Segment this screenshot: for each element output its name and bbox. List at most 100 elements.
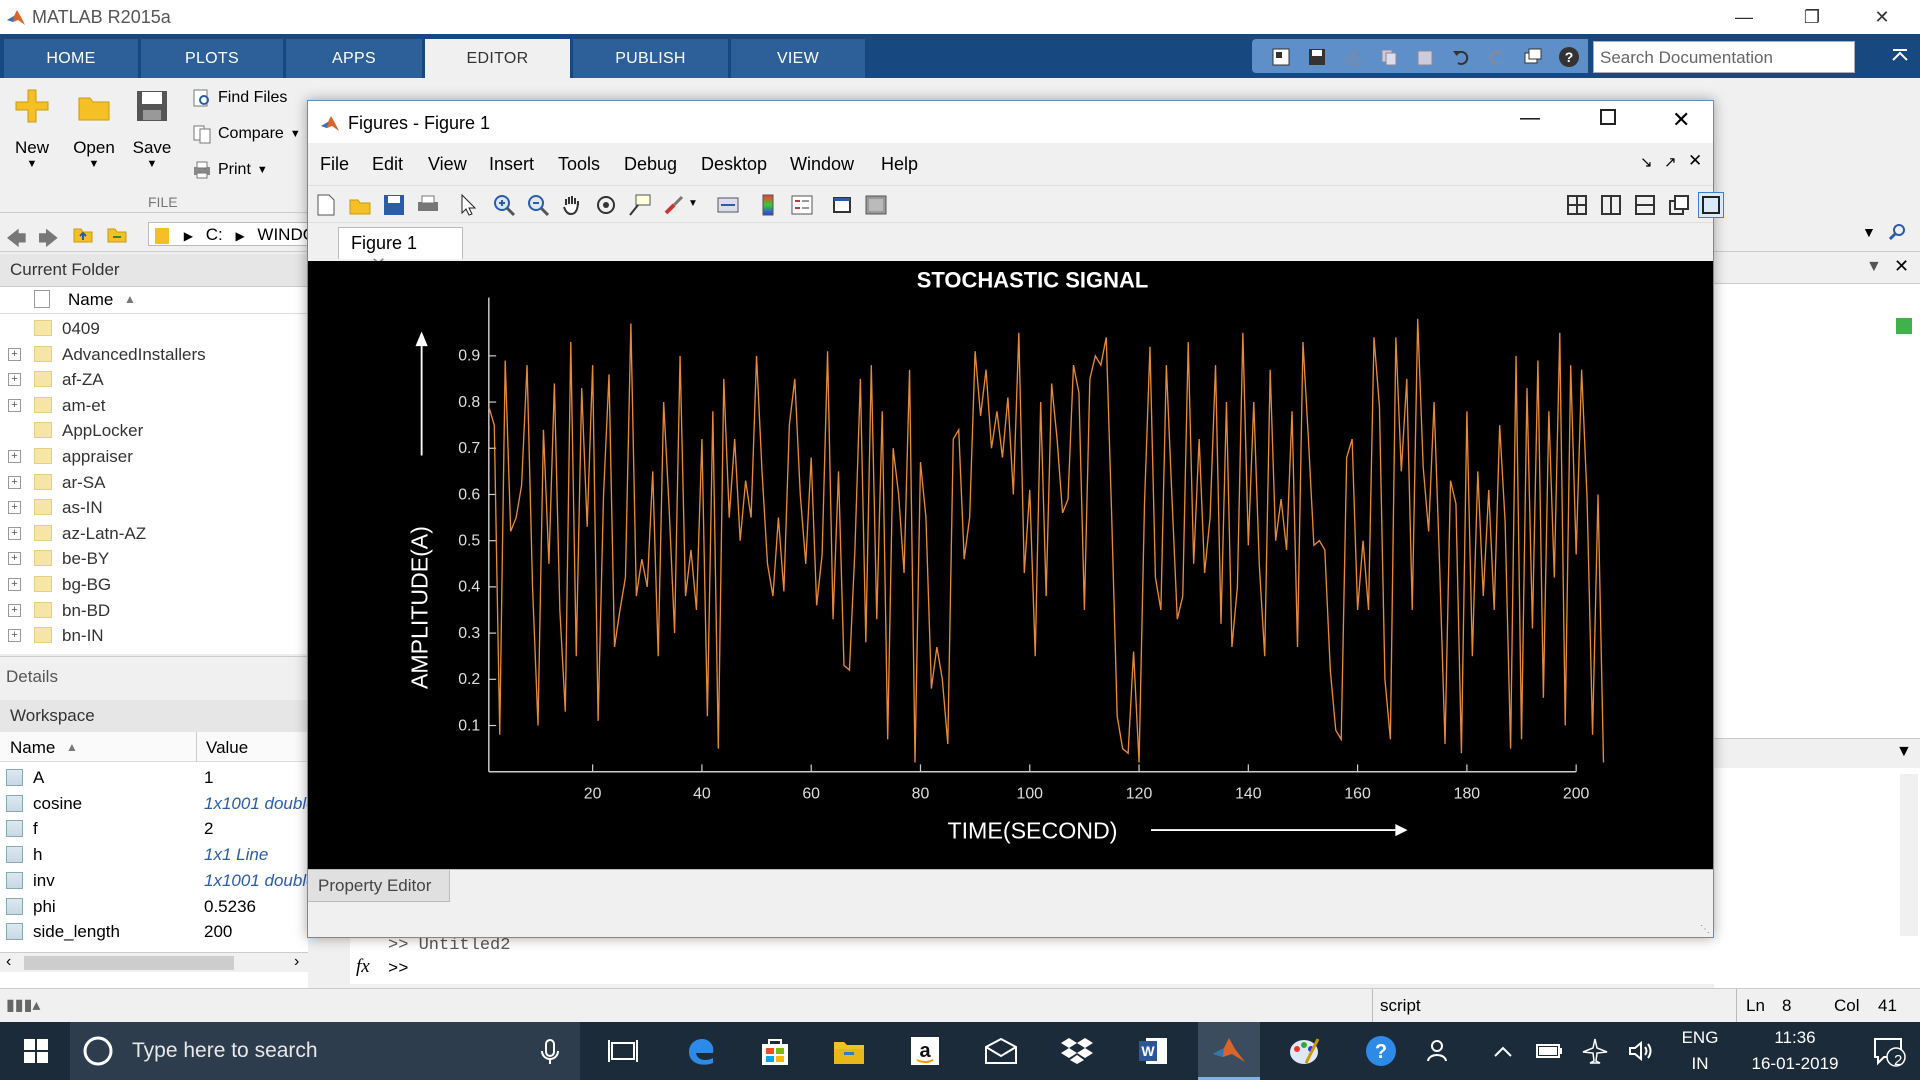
tab-view[interactable]: VIEW <box>731 39 865 78</box>
folder-row[interactable]: + AdvancedInstallers <box>0 342 308 367</box>
start-windows-icon[interactable] <box>4 1022 68 1080</box>
fig-close-button[interactable]: ✕ <box>1672 107 1690 133</box>
menu-edit[interactable]: Edit <box>372 154 403 175</box>
folder-row[interactable]: + bn-IN <box>0 623 308 648</box>
action-center-icon[interactable]: 2 <box>1858 1022 1920 1080</box>
minimize-button[interactable]: — <box>1714 0 1774 34</box>
battery-icon[interactable] <box>1526 1022 1572 1080</box>
folder-column-header[interactable]: Name ▲ <box>0 284 308 314</box>
show-hidden-icons-chevron[interactable] <box>1480 1022 1526 1080</box>
save-figure-icon[interactable] <box>382 193 406 217</box>
ws-value-header[interactable]: Value <box>206 738 248 758</box>
fx-icon[interactable]: fx <box>356 956 370 978</box>
new-button[interactable]: New ▼ <box>10 88 54 170</box>
layout-icon[interactable] <box>1268 44 1294 70</box>
tab-plots[interactable]: PLOTS <box>141 39 283 78</box>
menu-view[interactable]: View <box>428 154 467 175</box>
workspace-row[interactable]: A1 <box>0 765 308 790</box>
tab-apps[interactable]: APPS <box>286 39 422 78</box>
folder-name-header[interactable]: Name <box>68 290 113 310</box>
scroll-left-icon[interactable]: ‹ <box>6 953 11 971</box>
workspace-row[interactable]: phi 0.5236 <box>0 894 308 919</box>
save-quick-icon[interactable] <box>1304 44 1330 70</box>
resize-grip-icon[interactable]: ⋱ <box>1700 924 1710 935</box>
path-folder[interactable]: WINDO <box>257 225 307 244</box>
folder-row[interactable]: + az-Latn-AZ <box>0 521 308 546</box>
language-indicator[interactable]: ENG IN <box>1668 1028 1732 1074</box>
folder-row[interactable]: + as-IN <box>0 495 308 520</box>
copy-icon[interactable] <box>1376 44 1402 70</box>
data-cursor-icon[interactable] <box>628 193 652 217</box>
plot-area[interactable]: 20 40 60 80 100 120 140 160 180 200 0.1 0.2 0.3 0.4 0.… <box>308 261 1713 869</box>
menu-window[interactable]: Window <box>790 154 854 175</box>
menu-tools[interactable]: Tools <box>558 154 600 175</box>
file-explorer-icon[interactable] <box>818 1022 880 1080</box>
airplane-mode-icon[interactable] <box>1572 1022 1618 1080</box>
mail-icon[interactable] <box>970 1022 1032 1080</box>
panel-close-icon[interactable]: ✕ <box>1894 256 1909 277</box>
edit-plot-arrow-icon[interactable] <box>456 193 480 217</box>
figure-window[interactable]: Figures - Figure 1 — ✕ File Edit View In… <box>307 100 1724 938</box>
scroll-right-icon[interactable]: › <box>294 953 299 971</box>
tile-rows-icon[interactable] <box>1634 194 1656 216</box>
people-icon[interactable] <box>1414 1022 1464 1080</box>
open-file-icon[interactable] <box>348 193 372 217</box>
fig-minimize-button[interactable]: — <box>1520 107 1540 130</box>
fig-maximize-button[interactable] <box>1600 109 1616 125</box>
redo-icon[interactable] <box>1484 44 1510 70</box>
menu-insert[interactable]: Insert <box>489 154 534 175</box>
paste-icon[interactable] <box>1412 44 1438 70</box>
command-window-options-icon[interactable]: ▼ <box>1896 743 1912 761</box>
folder-row[interactable]: AppLocker <box>0 418 308 443</box>
expand-icon[interactable]: + <box>8 501 21 515</box>
path-dropdown-icon[interactable]: ▼ <box>1862 224 1876 240</box>
colorbar-icon[interactable] <box>756 193 780 217</box>
print-figure-icon[interactable] <box>416 193 440 217</box>
figure-title-bar[interactable]: Figures - Figure 1 — ✕ <box>308 101 1713 143</box>
tab-home[interactable]: HOME <box>4 39 138 78</box>
volume-icon[interactable] <box>1618 1022 1664 1080</box>
brush-dropdown-icon[interactable]: ▼ <box>688 198 698 209</box>
float-icon[interactable] <box>1668 194 1690 216</box>
expand-icon[interactable]: + <box>8 526 21 540</box>
search-icon[interactable] <box>1856 46 1876 66</box>
back-arrow-icon[interactable]: 🡄 <box>6 224 27 258</box>
panel-options-icon[interactable]: ▼ <box>1866 258 1882 276</box>
expand-icon[interactable]: + <box>8 475 21 489</box>
collapse-ribbon-icon[interactable] <box>1890 46 1910 66</box>
expand-icon[interactable]: + <box>8 603 21 617</box>
expand-icon[interactable]: + <box>8 398 21 412</box>
edge-browser-icon[interactable] <box>670 1022 732 1080</box>
figure-tab[interactable]: Figure 1 ✕ <box>338 227 463 274</box>
property-editor-tab[interactable]: Property Editor <box>308 870 450 902</box>
tile-grid-icon[interactable] <box>1566 194 1588 216</box>
hide-plot-tools-icon[interactable] <box>830 193 854 217</box>
forward-arrow-icon[interactable]: 🡆 <box>38 224 59 258</box>
workspace-row[interactable]: side_length 200 <box>0 919 308 944</box>
paint-icon[interactable] <box>1274 1022 1336 1080</box>
link-plot-icon[interactable] <box>716 193 740 217</box>
pan-hand-icon[interactable] <box>560 193 584 217</box>
folder-row[interactable]: 0409 <box>0 316 308 341</box>
help-icon[interactable]: ? <box>1556 44 1582 70</box>
folder-row[interactable]: + ar-SA <box>0 470 308 495</box>
code-analyzer-indicator[interactable] <box>1896 318 1912 334</box>
up-folder-icon[interactable] <box>72 224 94 244</box>
folder-row[interactable]: + bn-BD <box>0 598 308 623</box>
save-button[interactable]: Save ▼ <box>130 88 174 170</box>
word-icon[interactable]: W <box>1122 1022 1184 1080</box>
maximize-figure-icon[interactable] <box>1698 192 1724 218</box>
menu-desktop[interactable]: Desktop <box>701 154 767 175</box>
expand-icon[interactable]: + <box>8 373 21 387</box>
zoom-out-icon[interactable] <box>526 193 550 217</box>
close-button[interactable]: ✕ <box>1852 0 1912 34</box>
print-button[interactable]: Print ▼ <box>192 160 268 180</box>
open-button[interactable]: Open ▼ <box>70 88 118 170</box>
workspace-row[interactable]: cosine 1x1001 double <box>0 791 308 816</box>
folder-row[interactable]: + appraiser <box>0 444 308 469</box>
status-grip-icon[interactable]: ▮▮▮▴ <box>6 995 40 1015</box>
store-icon[interactable] <box>744 1022 806 1080</box>
workspace-row[interactable]: h 1x1 Line <box>0 842 308 867</box>
workspace-row[interactable]: f2 <box>0 816 308 841</box>
amazon-icon[interactable]: a <box>894 1022 956 1080</box>
